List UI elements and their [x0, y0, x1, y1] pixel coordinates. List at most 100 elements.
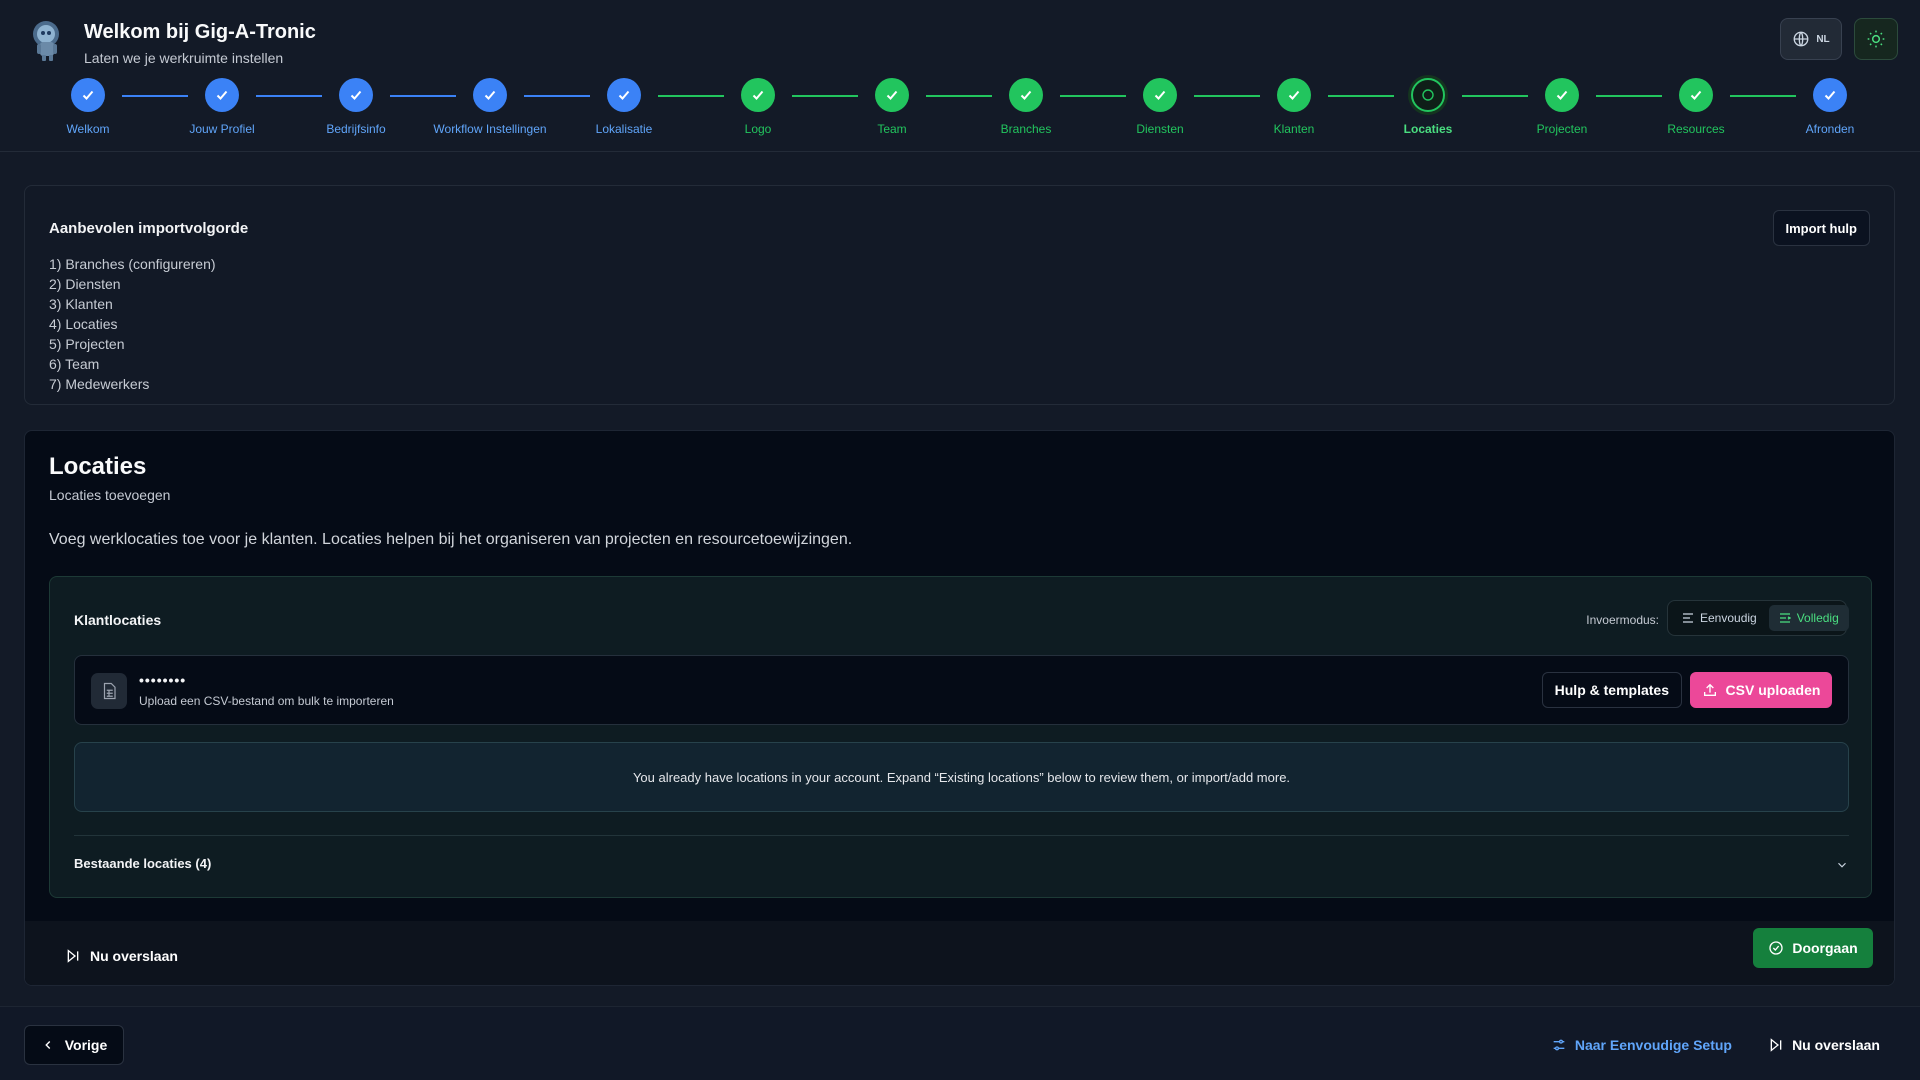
existing-locations-toggle[interactable]: Bestaande locaties (4): [74, 835, 1849, 885]
mode-simple-button[interactable]: Eenvoudig: [1672, 605, 1767, 631]
input-mode-toggle: Eenvoudig Volledig: [1667, 600, 1849, 636]
previous-label: Vorige: [64, 1037, 108, 1053]
locations-card: Locaties Locaties toevoegen Voeg werkloc…: [24, 430, 1895, 986]
check-icon: [71, 78, 105, 112]
existing-locations-notice: You already have locations in your accou…: [74, 742, 1849, 812]
step-lokalisatie[interactable]: Lokalisatie: [554, 78, 694, 136]
step-logo[interactable]: Logo: [688, 78, 828, 136]
mode-simple-label: Eenvoudig: [1700, 611, 1757, 625]
list-item: 1) Branches (configureren): [49, 256, 216, 272]
sliders-icon: [1553, 1039, 1565, 1051]
header-actions: NL: [1780, 18, 1898, 60]
help-templates-button[interactable]: Hulp & templates: [1541, 672, 1682, 708]
step-label: Jouw Profiel: [189, 122, 255, 136]
bottom-navigation: Vorige Naar Eenvoudige Setup Nu overslaa…: [0, 1006, 1920, 1080]
step-diensten[interactable]: Diensten: [1090, 78, 1230, 136]
skip-now-label: Nu overslaan: [90, 948, 178, 964]
step-label: Afronden: [1805, 122, 1855, 136]
list-detail-icon: [1779, 613, 1791, 623]
import-order-list: 1) Branches (configureren) 2) Diensten 3…: [49, 254, 216, 394]
notice-text: You already have locations in your accou…: [632, 769, 1291, 785]
list-item: 2) Diensten: [49, 276, 121, 292]
skip-forward-icon: [67, 949, 79, 963]
check-icon: [607, 78, 641, 112]
check-icon: [1679, 78, 1713, 112]
chevron-left-icon: [44, 1041, 50, 1049]
simple-setup-label: Naar Eenvoudige Setup: [1574, 1037, 1732, 1053]
step-label: Welkom: [66, 122, 110, 136]
upload-title: ••••••••: [139, 672, 187, 688]
mode-full-label: Volledig: [1796, 611, 1839, 625]
check-icon: [339, 78, 373, 112]
upload-hint: Upload een CSV-bestand om bulk te import…: [139, 694, 394, 708]
step-label: Resources: [1667, 122, 1725, 136]
bottom-skip-label: Nu overslaan: [1792, 1037, 1880, 1053]
mode-full-button[interactable]: Volledig: [1768, 605, 1849, 631]
step-resources[interactable]: Resources: [1626, 78, 1766, 136]
chevron-down-icon: [1838, 862, 1846, 868]
customer-locations-panel: Klantlocaties Invoermodus: Eenvoudig Vol…: [49, 576, 1872, 898]
step-bedrijfsinfo[interactable]: Bedrijfsinfo: [286, 78, 426, 136]
simple-setup-link[interactable]: Naar Eenvoudige Setup: [1551, 1037, 1732, 1053]
check-circle-icon: [1769, 941, 1783, 955]
page-subtitle: Laten we je werkruimte instellen: [84, 50, 284, 66]
current-step-icon: [1411, 78, 1445, 112]
step-label: Logo: [744, 122, 772, 136]
csv-upload-label: CSV uploaden: [1725, 682, 1821, 698]
check-icon: [1143, 78, 1177, 112]
continue-button[interactable]: Doorgaan: [1753, 928, 1873, 968]
list-icon: [1683, 613, 1693, 623]
skip-now-button[interactable]: Nu overslaan: [65, 948, 178, 964]
skip-forward-icon: [1770, 1038, 1782, 1052]
check-icon: [473, 78, 507, 112]
check-icon: [1545, 78, 1579, 112]
check-icon: [1813, 78, 1847, 112]
import-order-card: Aanbevolen importvolgorde 1) Branches (c…: [24, 185, 1895, 405]
upload-icon: [1703, 683, 1716, 696]
spreadsheet-file-icon: [91, 673, 127, 709]
continue-label: Doorgaan: [1792, 940, 1858, 956]
step-label: Projecten: [1536, 122, 1588, 136]
step-label: Team: [877, 122, 907, 136]
csv-upload-area: •••••••• Upload een CSV-bestand om bulk …: [74, 655, 1849, 725]
section-title: Locaties: [49, 453, 147, 480]
step-label: Lokalisatie: [595, 122, 653, 136]
step-label: Bedrijfsinfo: [326, 122, 386, 136]
check-icon: [741, 78, 775, 112]
step-branches[interactable]: Branches: [956, 78, 1096, 136]
step-label: Diensten: [1136, 122, 1184, 136]
robot-logo-icon: [33, 21, 59, 61]
section-description: Voeg werklocaties toe voor je klanten. L…: [49, 531, 853, 548]
step-workflow-instellingen[interactable]: Workflow Instellingen: [420, 78, 560, 136]
step-team[interactable]: Team: [822, 78, 962, 136]
list-item: 6) Team: [49, 356, 100, 372]
list-item: 3) Klanten: [49, 296, 113, 312]
card-footer: Nu overslaan Doorgaan: [25, 921, 1894, 985]
check-icon: [205, 78, 239, 112]
step-locaties[interactable]: Locaties: [1358, 78, 1498, 136]
theme-toggle-button[interactable]: [1854, 18, 1898, 60]
step-welkom[interactable]: Welkom: [18, 78, 158, 136]
language-button[interactable]: NL: [1780, 18, 1842, 60]
import-help-button[interactable]: Import hulp: [1772, 210, 1870, 246]
step-projecten[interactable]: Projecten: [1492, 78, 1632, 136]
step-label: Locaties: [1403, 122, 1453, 136]
globe-icon: [1793, 31, 1809, 47]
step-jouw-profiel[interactable]: Jouw Profiel: [152, 78, 292, 136]
step-klanten[interactable]: Klanten: [1224, 78, 1364, 136]
csv-upload-button[interactable]: CSV uploaden: [1690, 672, 1832, 708]
brand: Welkom bij Gig-A-Tronic Laten we je werk…: [28, 18, 316, 66]
check-icon: [1009, 78, 1043, 112]
section-subtitle: Locaties toevoegen: [49, 487, 171, 503]
panel-title: Klantlocaties: [74, 612, 162, 628]
bottom-skip-button[interactable]: Nu overslaan: [1768, 1037, 1880, 1053]
onboarding-stepper: Welkom Jouw Profiel Bedrijfsinfo Workflow I…: [0, 78, 1920, 142]
step-afronden[interactable]: Afronden: [1760, 78, 1900, 136]
input-mode-label: Invoermodus:: [1586, 613, 1659, 627]
step-label: Branches: [1000, 122, 1052, 136]
language-code: NL: [1816, 33, 1830, 45]
previous-button[interactable]: Vorige: [24, 1025, 124, 1065]
brand-text: Welkom bij Gig-A-Tronic Laten we je werk…: [84, 18, 316, 66]
list-item: 4) Locaties: [49, 316, 118, 332]
page-title: Welkom bij Gig-A-Tronic: [84, 21, 316, 43]
